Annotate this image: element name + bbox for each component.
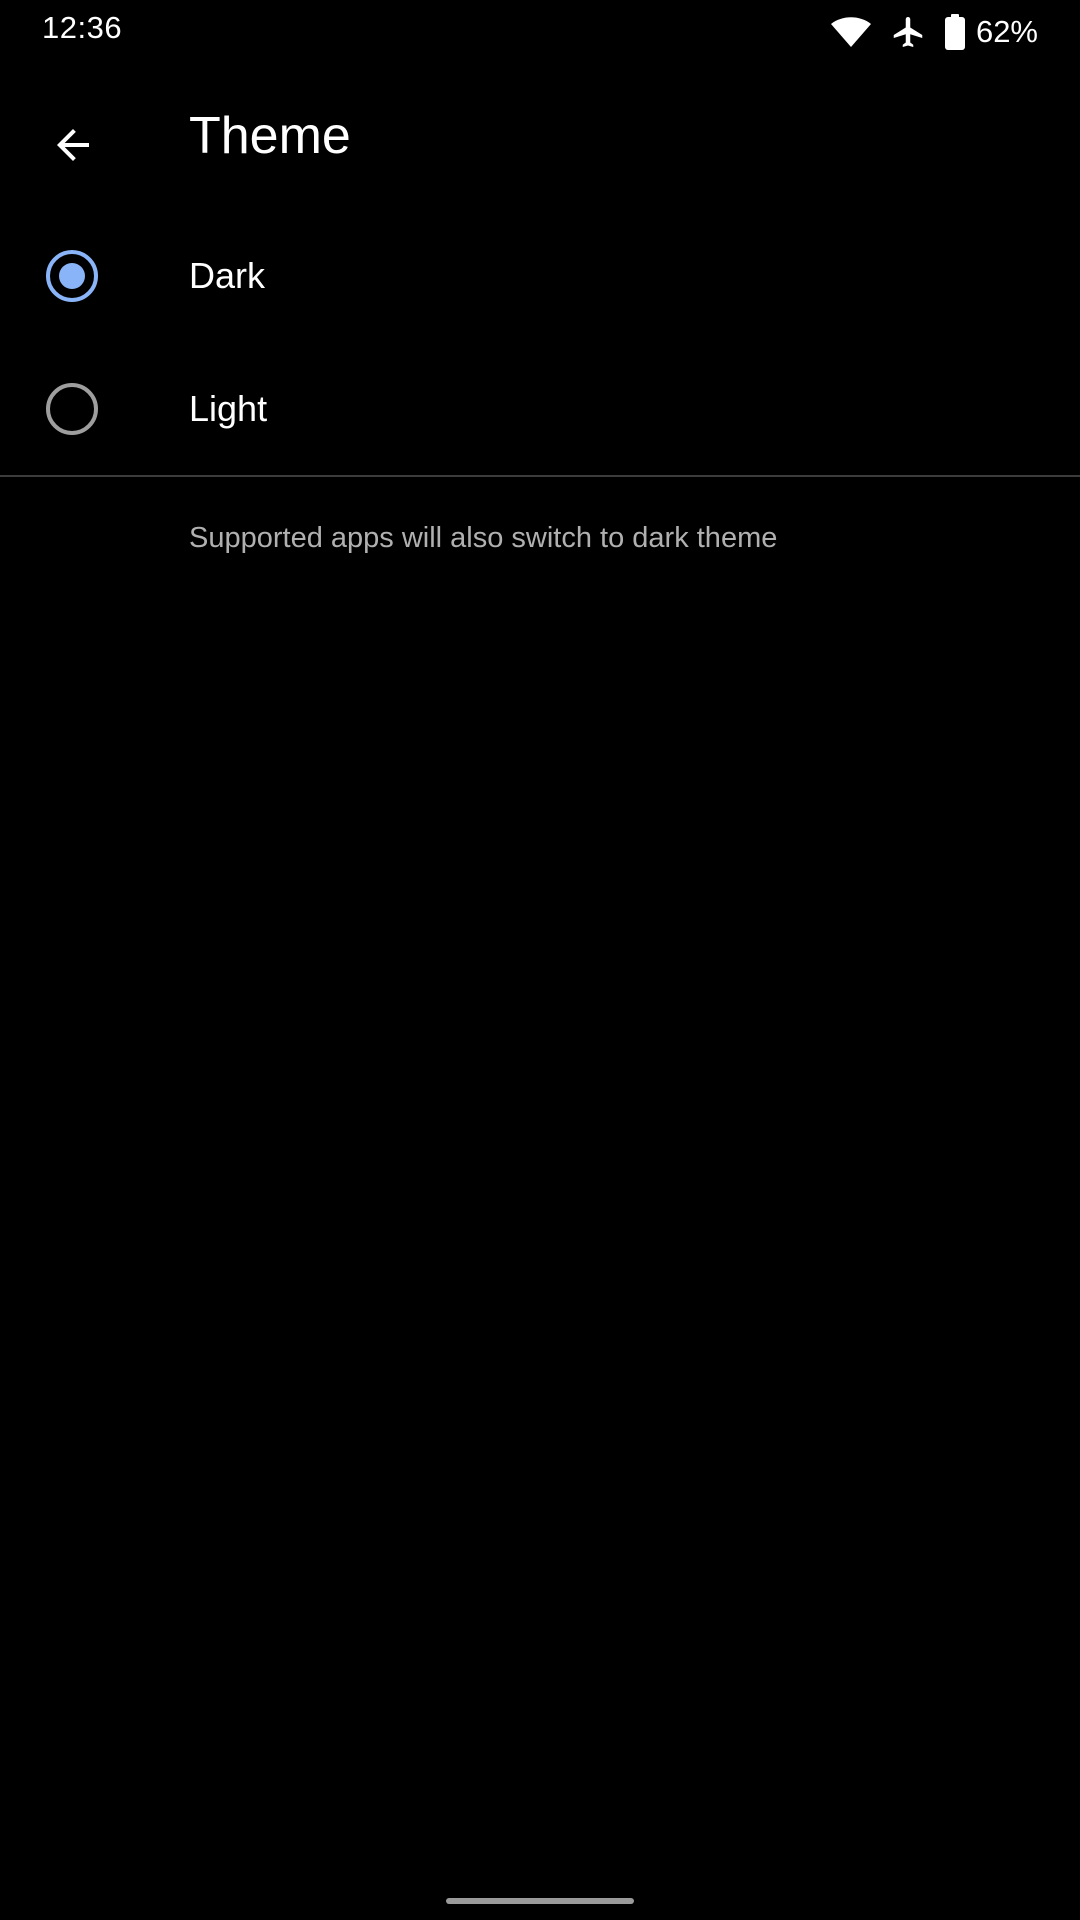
divider	[0, 475, 1080, 477]
option-label-dark: Dark	[189, 255, 266, 296]
status-icons: 62%	[830, 10, 1038, 54]
gesture-nav-handle[interactable]	[446, 1898, 634, 1904]
radio-light[interactable]	[46, 383, 98, 435]
arrow-back-icon	[57, 129, 89, 161]
radio-dot	[59, 263, 85, 289]
status-bar: 12:36 62%	[0, 0, 1080, 64]
option-light[interactable]: Light	[0, 343, 1080, 476]
option-label-light: Light	[189, 388, 268, 429]
wifi-icon	[830, 17, 871, 47]
battery-percentage: 62%	[975, 14, 1038, 49]
back-button[interactable]	[28, 100, 118, 190]
battery-icon	[944, 14, 965, 50]
theme-options: Dark Light	[0, 210, 1080, 476]
airplane-icon	[893, 17, 923, 47]
app-bar: Theme	[0, 64, 1080, 210]
footer-note: Supported apps will also switch to dark …	[189, 522, 778, 554]
option-dark[interactable]: Dark	[0, 210, 1080, 343]
status-time: 12:36	[42, 10, 123, 45]
radio-dark[interactable]	[46, 250, 98, 302]
page-title: Theme	[189, 107, 351, 165]
